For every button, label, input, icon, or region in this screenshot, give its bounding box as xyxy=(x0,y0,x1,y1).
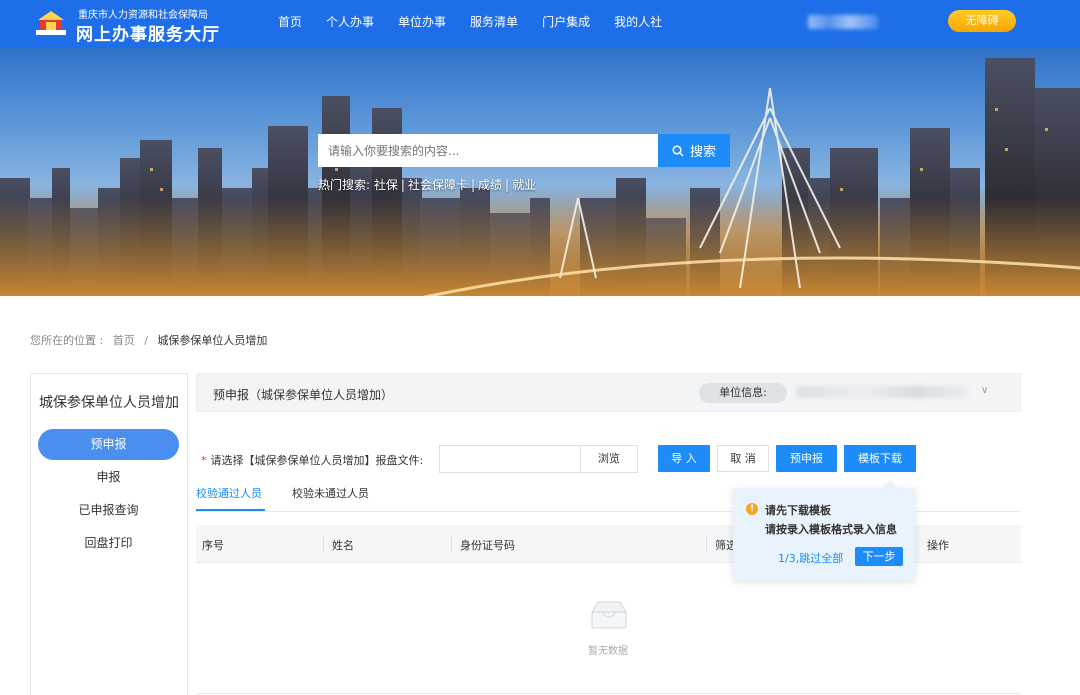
column-id-number: 身份证号码 xyxy=(460,539,515,552)
column-divider xyxy=(451,537,452,551)
empty-text: 暂无数据 xyxy=(588,646,628,657)
search-icon xyxy=(672,144,684,157)
file-path-input[interactable] xyxy=(439,445,581,473)
site-name: 网上办事服务大厅 xyxy=(76,25,220,45)
breadcrumb-separator: / xyxy=(144,334,148,347)
tab-passed[interactable]: 校验通过人员 xyxy=(196,485,262,501)
column-divider xyxy=(706,537,707,551)
column-index: 序号 xyxy=(202,539,224,552)
browse-button[interactable]: 浏览 xyxy=(580,445,638,473)
hot-item-score[interactable]: 成绩 xyxy=(478,178,502,192)
search-input[interactable] xyxy=(318,134,658,167)
hot-item-social[interactable]: 社保 xyxy=(374,178,398,192)
skyline-image xyxy=(0,58,1080,296)
sidebar-item-query[interactable]: 已申报查询 xyxy=(38,495,179,526)
cancel-button[interactable]: 取 消 xyxy=(717,445,769,472)
skip-all-link[interactable]: 1/3,跳过全部 xyxy=(778,550,843,566)
top-header: 重庆市人力资源和社会保障局 网上办事服务大厅 首页 个人办事 单位办事 服务清单… xyxy=(0,0,1080,48)
sidebar-item-pre-declare[interactable]: 预申报 xyxy=(38,429,179,460)
nav-home[interactable]: 首页 xyxy=(278,0,302,48)
section-title: 预申报（城保参保单位人员增加） xyxy=(213,388,394,402)
nav-portal[interactable]: 门户集成 xyxy=(542,0,590,48)
sidebar-item-print[interactable]: 回盘打印 xyxy=(38,528,179,559)
hot-search-label: 热门搜索: xyxy=(318,178,371,192)
sidebar-item-declare[interactable]: 申报 xyxy=(38,462,179,493)
sidebar: 城保参保单位人员增加 预申报 申报 已申报查询 回盘打印 xyxy=(30,373,188,695)
org-name: 重庆市人力资源和社会保障局 xyxy=(78,10,208,21)
required-mark: * xyxy=(201,454,207,467)
site-logo[interactable]: 重庆市人力资源和社会保障局 网上办事服务大厅 xyxy=(34,6,234,45)
chevron-down-icon[interactable]: ∨ xyxy=(981,385,988,396)
search-button-label: 搜索 xyxy=(689,145,716,160)
nav-unit[interactable]: 单位办事 xyxy=(398,0,446,48)
template-download-button[interactable]: 模板下载 xyxy=(844,445,916,472)
hot-item-card[interactable]: 社会保障卡 xyxy=(408,178,468,192)
active-tab-indicator xyxy=(196,509,265,511)
column-name: 姓名 xyxy=(332,539,354,552)
nav-personal[interactable]: 个人办事 xyxy=(326,0,374,48)
section-header: 预申报（城保参保单位人员增加） 单位信息: ∨ xyxy=(196,373,1021,412)
emblem-icon xyxy=(36,11,66,35)
nav-service-list[interactable]: 服务清单 xyxy=(470,0,518,48)
popover-line2: 请按录入模板格式录入信息 xyxy=(765,523,897,536)
search-box: 搜索 xyxy=(318,134,730,167)
warning-icon: ! xyxy=(746,503,758,515)
table-bottom-border xyxy=(196,693,1021,694)
column-actions: 操作 xyxy=(927,539,949,552)
search-button[interactable]: 搜索 xyxy=(658,134,730,167)
breadcrumb-prefix: 您所在的位置 : xyxy=(30,334,104,347)
column-divider xyxy=(323,537,324,551)
pre-declare-button[interactable]: 预申报 xyxy=(776,445,837,472)
breadcrumb-current: 城保参保单位人员增加 xyxy=(157,334,268,347)
empty-box-icon xyxy=(591,601,627,629)
next-step-button[interactable]: 下一步 xyxy=(855,547,903,566)
import-button[interactable]: 导 入 xyxy=(658,445,710,472)
hot-search: 热门搜索: 社保 | 社会保障卡 | 成绩 | 就业 xyxy=(318,178,537,192)
unit-info-label: 单位信息: xyxy=(699,383,787,403)
accessibility-button[interactable]: 无障碍 xyxy=(948,10,1016,32)
hot-item-employment[interactable]: 就业 xyxy=(512,178,536,192)
file-label: * 请选择【城保参保单位人员增加】报盘文件: xyxy=(201,452,423,468)
city-banner: 搜索 热门搜索: 社保|社会保障卡|成绩|就业 xyxy=(0,48,1080,296)
user-info-blurred[interactable] xyxy=(808,15,878,29)
breadcrumb-home[interactable]: 首页 xyxy=(113,334,135,347)
guide-popover: ! 请先下载模板 请按录入模板格式录入信息 1/3,跳过全部 下一步 xyxy=(733,480,915,580)
file-label-text: 请选择【城保参保单位人员增加】报盘文件: xyxy=(210,454,424,467)
main-nav: 首页 个人办事 单位办事 服务清单 门户集成 我的人社 xyxy=(278,0,686,48)
tab-failed[interactable]: 校验未通过人员 xyxy=(292,485,369,501)
unit-info-blurred xyxy=(797,386,969,398)
nav-my[interactable]: 我的人社 xyxy=(614,0,662,48)
breadcrumb: 您所在的位置 : 首页 / 城保参保单位人员增加 xyxy=(30,332,267,348)
popover-line1: 请先下载模板 xyxy=(765,504,831,517)
sidebar-title: 城保参保单位人员增加 xyxy=(39,395,179,411)
